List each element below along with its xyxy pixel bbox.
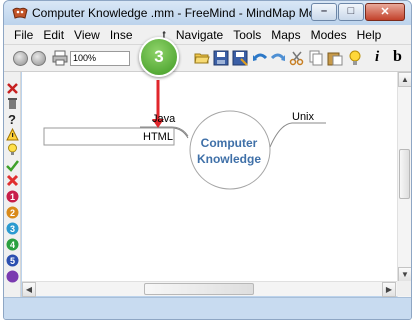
icon-toolbar: ? 1 2 3 4 5 xyxy=(4,72,21,307)
red-cross-icon[interactable] xyxy=(6,174,19,187)
checkmark-icon[interactable] xyxy=(6,159,19,172)
unix-node-edge xyxy=(269,122,326,148)
priority-3-icon[interactable]: 3 xyxy=(6,222,19,235)
menu-view[interactable]: View xyxy=(69,25,105,44)
maximize-icon: □ xyxy=(347,5,355,17)
vertical-scrollbar[interactable]: ▲ ▼ xyxy=(397,72,411,297)
undo-icon[interactable] xyxy=(252,50,268,66)
central-node[interactable]: Computer Knowledge xyxy=(191,135,267,167)
mindmap-edges xyxy=(43,80,326,190)
node-html[interactable]: HTML xyxy=(143,131,173,143)
priority-5-icon[interactable]: 5 xyxy=(6,254,19,267)
minimize-button[interactable]: – xyxy=(311,3,337,21)
zoom-select[interactable]: 100% xyxy=(70,51,130,66)
title-bar[interactable]: Computer Knowledge .mm - FreeMind - Mind… xyxy=(4,1,411,25)
svg-text:2: 2 xyxy=(10,208,15,218)
menu-modes[interactable]: Modes xyxy=(306,25,352,44)
copy-icon[interactable] xyxy=(308,50,324,66)
close-button[interactable]: ✕ xyxy=(365,3,405,21)
node-unix[interactable]: Unix xyxy=(292,111,314,123)
svg-text:4: 4 xyxy=(10,240,15,250)
lightbulb-icon[interactable] xyxy=(6,143,19,156)
window-title: Computer Knowledge .mm - FreeMind - Mind… xyxy=(32,6,329,20)
close-icon: ✕ xyxy=(380,6,390,18)
central-node-line2: Knowledge xyxy=(196,152,261,166)
back-button[interactable] xyxy=(13,51,28,66)
svg-text:3: 3 xyxy=(10,224,15,234)
scroll-corner xyxy=(397,281,411,296)
cut-icon[interactable] xyxy=(289,50,305,66)
central-node-line1: Computer xyxy=(200,136,258,150)
lightbulb-icon[interactable] xyxy=(347,50,363,66)
scroll-down-button[interactable]: ▼ xyxy=(398,267,411,282)
warning-icon[interactable] xyxy=(6,128,19,141)
freemind-app-icon xyxy=(12,7,28,19)
menu-edit[interactable]: Edit xyxy=(38,25,69,44)
menu-bar: File Edit View Inse t Navigate Tools Map… xyxy=(4,25,411,45)
priority-2-icon[interactable]: 2 xyxy=(6,206,19,219)
horizontal-scroll-thumb[interactable] xyxy=(144,283,254,295)
menu-tools[interactable]: Tools xyxy=(228,25,266,44)
status-bar xyxy=(4,297,411,319)
window-controls: – □ ✕ xyxy=(310,3,405,21)
svg-text:5: 5 xyxy=(10,256,15,266)
italic-button[interactable]: i xyxy=(375,49,379,66)
forward-button[interactable] xyxy=(31,51,46,66)
paste-icon[interactable] xyxy=(327,50,343,66)
freemind-window: Computer Knowledge .mm - FreeMind - Mind… xyxy=(3,0,412,320)
save-icon[interactable] xyxy=(213,50,229,66)
print-icon[interactable] xyxy=(52,50,68,66)
menu-help[interactable]: Help xyxy=(352,25,387,44)
maximize-button[interactable]: □ xyxy=(338,3,364,21)
main-toolbar: 100% i b xyxy=(4,45,411,72)
mindmap-canvas[interactable]: Java HTML Unix xyxy=(22,72,397,281)
save-as-icon[interactable] xyxy=(232,50,248,66)
step-callout-badge: 3 xyxy=(139,37,179,77)
cross-icon[interactable] xyxy=(6,82,19,95)
menu-file[interactable]: File xyxy=(9,25,38,44)
open-folder-icon[interactable] xyxy=(194,50,210,66)
scroll-left-button[interactable]: ◀ xyxy=(22,282,36,297)
scroll-up-button[interactable]: ▲ xyxy=(398,72,411,87)
svg-text:?: ? xyxy=(8,112,16,125)
priority-6-icon[interactable] xyxy=(6,270,19,283)
svg-text:1: 1 xyxy=(10,192,15,202)
vertical-scroll-thumb[interactable] xyxy=(399,149,410,199)
menu-maps[interactable]: Maps xyxy=(266,25,305,44)
question-icon[interactable]: ? xyxy=(6,112,19,125)
priority-4-icon[interactable]: 4 xyxy=(6,238,19,251)
menu-navigate[interactable]: Navigate xyxy=(171,25,228,44)
horizontal-scrollbar[interactable]: ◀ ▶ xyxy=(22,281,397,297)
priority-1-icon[interactable]: 1 xyxy=(6,190,19,203)
trash-icon[interactable] xyxy=(6,97,19,110)
scroll-right-button[interactable]: ▶ xyxy=(382,282,396,297)
bold-button[interactable]: b xyxy=(393,48,402,66)
node-java[interactable]: Java xyxy=(152,113,175,125)
minimize-icon: – xyxy=(320,5,328,17)
redo-icon[interactable] xyxy=(270,50,286,66)
